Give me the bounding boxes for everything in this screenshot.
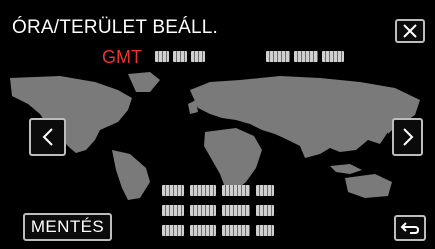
gmt-offset-value <box>155 51 205 62</box>
previous-region-button[interactable] <box>29 118 66 156</box>
close-icon <box>403 24 417 38</box>
chevron-right-icon <box>402 128 413 146</box>
page-title: ÓRA/TERÜLET BEÁLL. <box>12 17 218 38</box>
return-icon <box>400 222 420 234</box>
city-row <box>162 185 274 196</box>
chevron-left-icon <box>42 128 53 146</box>
city-list <box>162 185 274 245</box>
city-row <box>162 205 274 216</box>
next-region-button[interactable] <box>392 118 423 156</box>
current-time-value <box>266 51 344 62</box>
city-row <box>162 225 274 236</box>
save-button[interactable]: MENTÉS <box>23 213 112 241</box>
close-button[interactable] <box>395 19 425 43</box>
back-button[interactable] <box>394 215 426 241</box>
screen: ÓRA/TERÜLET BEÁLL. GMT MENTÉS <box>0 0 435 249</box>
gmt-label: GMT <box>102 47 142 67</box>
